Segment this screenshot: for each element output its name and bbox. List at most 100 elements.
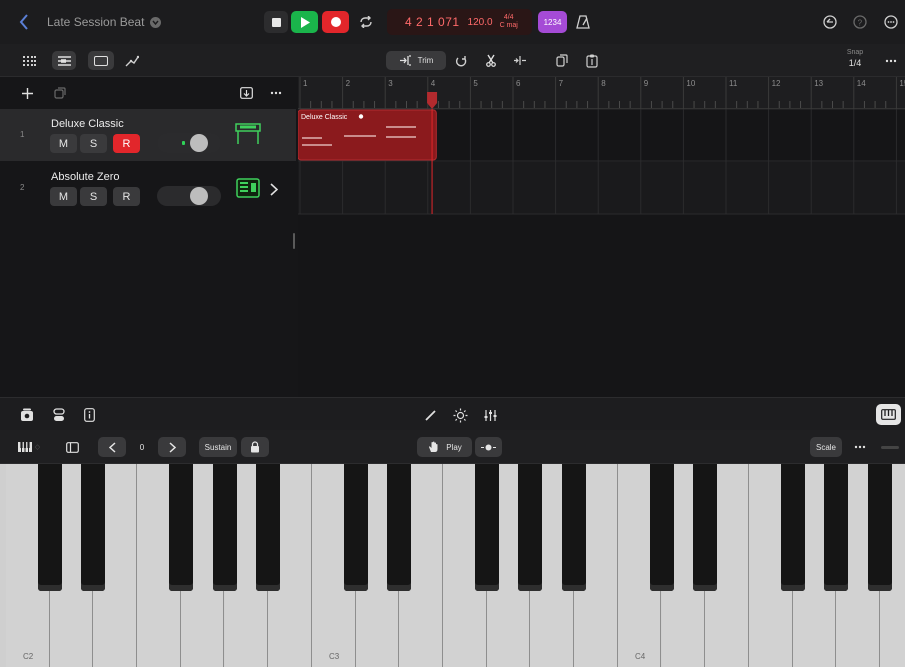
resize-handle[interactable] [293,233,295,249]
info-icon [83,408,95,422]
black-key[interactable] [387,464,412,591]
help-icon: ? [853,15,867,29]
piano-keyboard[interactable]: C2 C3 C4 [0,464,905,667]
black-key[interactable] [81,464,106,591]
loop-icon [455,55,467,66]
black-key[interactable] [780,464,805,591]
note-repeat-button[interactable] [475,437,502,457]
sidebar-toggle-button[interactable] [62,438,82,456]
stop-button[interactable] [264,11,288,33]
arrange-area[interactable]: Deluxe Classic [297,108,905,397]
black-key[interactable] [212,464,237,591]
keyboard-more-button[interactable] [850,437,870,457]
record-enable-button[interactable]: R [113,187,140,206]
copy-icon [556,54,568,67]
track-name: Deluxe Classic [51,118,124,130]
window-button[interactable] [88,51,114,70]
brightness-button[interactable] [451,406,469,424]
snap-selector[interactable]: Snap 1/4 [838,48,872,72]
snap-value: 1/4 [848,58,862,68]
bar-number: 1 [303,79,308,88]
instrument-button[interactable]: ◇ [16,438,42,456]
copy-button[interactable] [552,51,572,70]
count-in-button[interactable]: 1234 [538,11,567,33]
scale-button[interactable]: Scale [810,437,842,457]
black-key[interactable] [37,464,62,591]
solo-button[interactable]: S [80,134,107,153]
scale-label: Scale [815,442,836,452]
pencil-button[interactable] [422,406,440,424]
record-enable-button[interactable]: R [113,134,140,153]
paste-button[interactable] [582,51,602,70]
black-key[interactable] [343,464,368,591]
undo-button[interactable] [821,13,839,31]
add-track-button[interactable] [19,85,35,101]
play-mode-button[interactable]: Play [417,437,472,457]
track-lane-2[interactable] [298,162,905,214]
track-header-2[interactable]: 2 Absolute Zero M S R [0,162,296,214]
volume-slider[interactable] [157,133,221,153]
play-button[interactable] [291,11,318,33]
black-key[interactable] [168,464,193,591]
keyboard-toggle-button[interactable] [876,404,901,425]
volume-slider[interactable] [157,186,221,206]
tracks-view-button[interactable] [52,51,76,70]
grid-view-button[interactable] [18,51,40,70]
cycle-button[interactable] [354,11,378,33]
more-button[interactable] [882,13,900,31]
loop-tool-button[interactable] [451,51,471,70]
octave-up-button[interactable] [158,437,186,457]
play-icon [300,16,310,28]
duplicate-track-button[interactable] [52,85,68,101]
bar-number: 9 [644,79,649,88]
black-key[interactable] [824,464,849,591]
key-label-c4: C4 [635,652,646,661]
lock-button[interactable] [241,437,269,457]
black-key[interactable] [868,464,892,591]
metronome-button[interactable] [571,11,595,33]
black-key[interactable] [474,464,499,591]
trim-button[interactable]: Trim [386,51,446,70]
mixer-button[interactable] [50,406,68,424]
record-button[interactable] [322,11,349,33]
black-key[interactable] [649,464,674,591]
volume-knob[interactable] [190,134,208,152]
back-chevron-icon[interactable] [18,13,30,31]
track-list-header [0,77,296,109]
import-button[interactable] [238,85,254,101]
expand-chevron-button[interactable] [266,180,282,198]
timeline-ruler[interactable]: 123456789101112131415 [298,77,905,109]
playhead-handle[interactable] [427,92,438,109]
black-key[interactable] [562,464,587,591]
black-key[interactable] [256,464,281,591]
mute-button[interactable]: M [50,187,77,206]
track-header-1[interactable]: 1 Deluxe Classic M S R [0,109,296,161]
octave-value: 0 [139,442,145,452]
info-button[interactable] [80,406,98,424]
lock-icon [251,441,259,453]
black-key[interactable] [518,464,543,591]
keyboard-size-slider[interactable] [881,446,899,449]
scissors-button[interactable] [481,51,501,70]
mute-button[interactable]: M [50,134,77,153]
eq-button[interactable] [481,406,499,424]
more-icon [884,15,898,29]
project-title-button[interactable]: Late Session Beat [47,13,162,31]
toolbar-more-button[interactable] [882,51,900,70]
automation-icon [125,55,139,66]
automation-button[interactable] [120,51,144,70]
midi-region[interactable]: Deluxe Classic [297,109,437,161]
black-key[interactable] [693,464,718,591]
volume-knob[interactable] [190,187,208,205]
top-bar: Late Session Beat 4 2 1 071 120.0 4/4 C … [0,0,905,44]
library-button[interactable] [18,406,36,424]
split-button[interactable] [509,51,531,70]
solo-button[interactable]: S [80,187,107,206]
track-list-more-button[interactable] [268,85,284,101]
sustain-button[interactable]: Sustain [199,437,237,457]
time-signature: 4/4 [503,14,514,21]
help-button[interactable]: ? [851,13,869,31]
lcd-display[interactable]: 4 2 1 071 120.0 4/4 C maj [387,9,532,35]
bar-number: 11 [729,79,738,88]
octave-down-button[interactable] [98,437,126,457]
